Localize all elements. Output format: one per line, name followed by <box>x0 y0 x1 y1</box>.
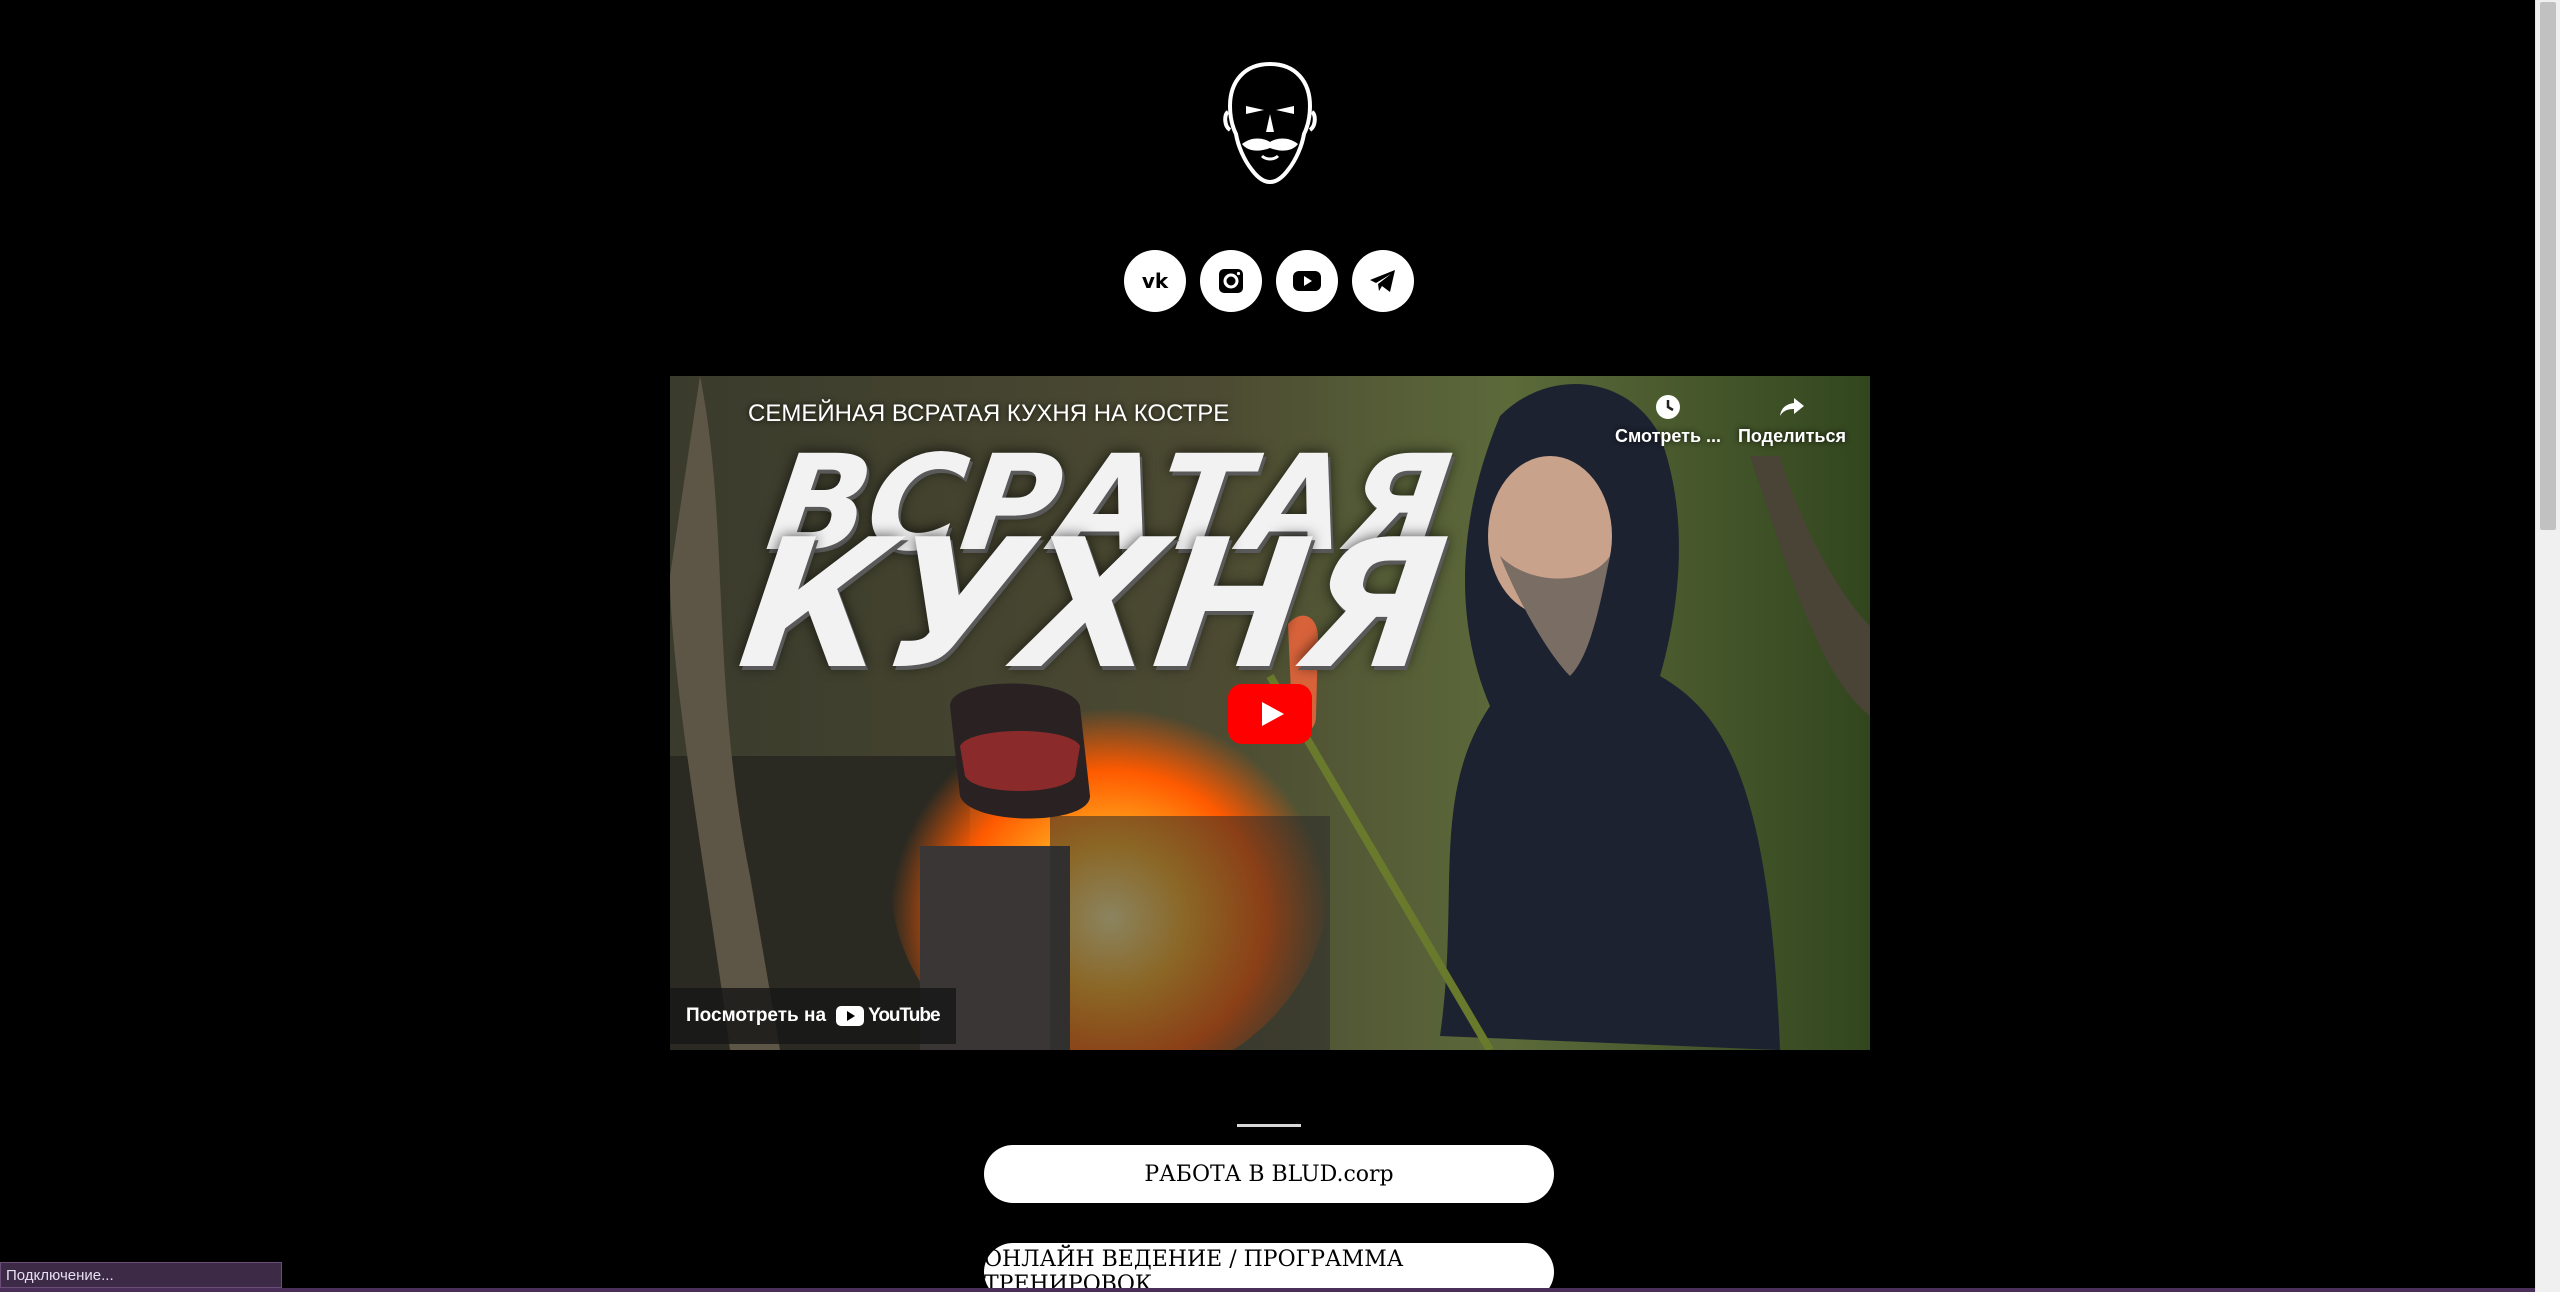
thumbnail-text-line2: КУХНЯ <box>729 501 1455 708</box>
watch-on-label: Посмотреть на <box>686 1005 827 1026</box>
divider <box>1237 1124 1301 1127</box>
instagram-icon <box>1219 269 1243 293</box>
browser-status-bar: Подключение... <box>0 1262 282 1288</box>
watch-later-label: Смотреть ... <box>1614 426 1722 446</box>
clock-icon <box>1656 395 1680 419</box>
share-arrow-icon <box>1780 398 1804 416</box>
youtube-wordmark: YouTube <box>836 1005 941 1027</box>
share-label: Поделиться <box>1737 426 1847 446</box>
youtube-icon <box>1293 271 1321 291</box>
link-button-online-training[interactable]: ОНЛАЙН ВЕДЕНИЕ / ПРОГРАММА ТРЕНИРОВОК <box>984 1243 1554 1292</box>
share-button[interactable]: Поделиться <box>1732 392 1852 447</box>
scrollbar-thumb[interactable] <box>2540 2 2556 530</box>
svg-text:vk: vk <box>1142 269 1169 293</box>
bottom-accent-line <box>0 1288 2536 1292</box>
page: vk ВСРАТАЯ КУХНЯ СЕМЕЙНАЯ ВСРАТАЯ КУХНЯ … <box>0 0 2536 1292</box>
play-icon <box>1228 684 1312 744</box>
watch-later-button[interactable]: Смотреть ... <box>1608 392 1728 447</box>
video-title[interactable]: СЕМЕЙНАЯ ВСРАТАЯ КУХНЯ НА КОСТРЕ <box>748 400 1229 428</box>
youtube-link[interactable] <box>1276 250 1338 312</box>
youtube-video-embed[interactable]: ВСРАТАЯ КУХНЯ СЕМЕЙНАЯ ВСРАТАЯ КУХНЯ НА … <box>670 376 1870 1050</box>
play-button[interactable] <box>1228 684 1312 744</box>
vk-link[interactable]: vk <box>1124 250 1186 312</box>
watch-on-youtube-button[interactable]: Посмотреть на YouTube <box>670 988 956 1044</box>
social-links: vk <box>1124 250 1414 312</box>
instagram-link[interactable] <box>1200 250 1262 312</box>
youtube-logo-icon <box>836 1006 865 1026</box>
vk-icon: vk <box>1142 269 1169 293</box>
link-button-blud-corp[interactable]: РАБОТА В BLUD.corp <box>984 1145 1554 1203</box>
vertical-scrollbar[interactable] <box>2535 0 2560 1292</box>
youtube-wordmark-text: YouTube <box>868 1005 940 1026</box>
telegram-icon <box>1370 270 1395 292</box>
telegram-link[interactable] <box>1352 250 1414 312</box>
bald-mustache-logo-icon[interactable] <box>1222 60 1318 186</box>
